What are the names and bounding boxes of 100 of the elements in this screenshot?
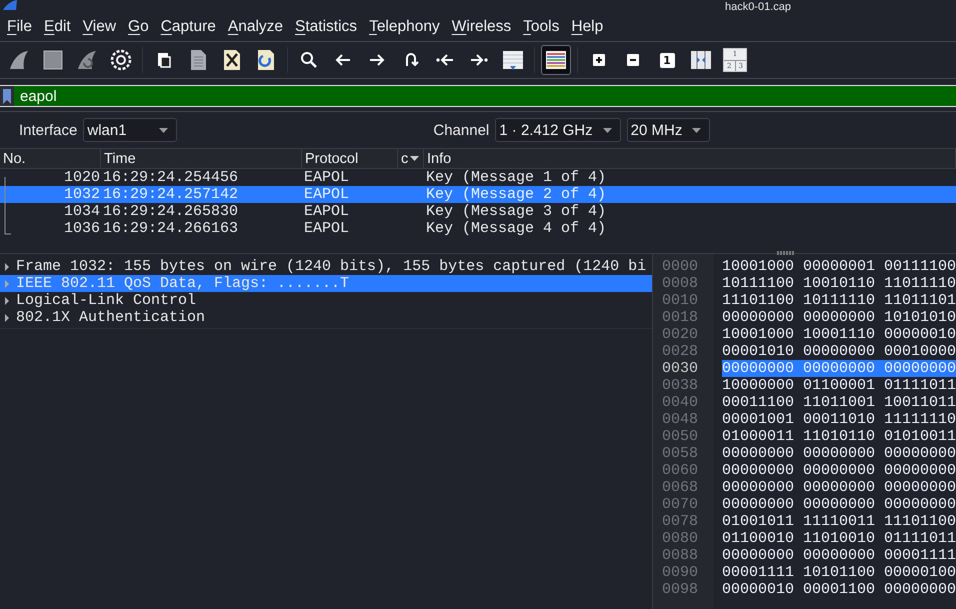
- table-cell-text: EAPOL: [303, 169, 350, 186]
- table-cell-text: EAPOL: [303, 220, 350, 237]
- byte-offset: 0090: [662, 564, 699, 581]
- toolbar-button[interactable]: [541, 45, 571, 75]
- tree-item[interactable]: Logical-Link Control: [0, 292, 652, 309]
- byte-values: 01000011 11010110 01010011: [722, 428, 956, 445]
- menu-item[interactable]: Edit: [38, 18, 77, 36]
- table-cell-text: 1032: [62, 186, 101, 203]
- menu-item[interactable]: Telephony: [363, 18, 446, 36]
- byte-offset: 0038: [662, 377, 699, 394]
- byte-offset: 0028: [662, 343, 699, 360]
- byte-offset: 0008: [662, 275, 699, 292]
- stop-icon: [41, 48, 65, 72]
- byte-offset: 0068: [662, 479, 699, 496]
- column-header[interactable]: Protocol: [302, 149, 398, 168]
- byte-offset: 0080: [662, 530, 699, 547]
- table-cell-text: 1020: [62, 169, 101, 186]
- table-cell-text: 16:29:24.257142: [102, 186, 240, 203]
- packet-row[interactable]: 1034 16:29:24.265830 EAPOL Key (Message 3 of 4): [0, 203, 956, 220]
- splitter-handle[interactable]: [776, 251, 795, 255]
- shark-fin-icon: [7, 48, 31, 72]
- colored-lines-icon: [544, 48, 568, 72]
- byte-offset: 0088: [662, 547, 699, 564]
- byte-values: 00000000 00000000 00001111: [722, 547, 956, 564]
- byte-values: 00000000 00000000 00000000: [722, 445, 956, 462]
- menu-item[interactable]: View: [76, 18, 122, 36]
- menu-item[interactable]: Analyze: [222, 18, 290, 36]
- menu-item[interactable]: Wireless: [446, 18, 518, 36]
- table-cell-text: 16:29:24.265830: [102, 203, 240, 220]
- byte-offset: 0020: [662, 326, 699, 343]
- app-icon: [2, 0, 18, 10]
- byte-values: 01001011 11110011 11101100: [722, 513, 956, 530]
- related-packets-drawing: [4, 177, 12, 235]
- byte-values: 00001001 00011010 11111110: [722, 411, 956, 428]
- byte-values: 10001000 00000001 00111100: [722, 258, 956, 275]
- packet-row[interactable]: 1020 16:29:24.254456 EAPOL Key (Message 1 of 4): [0, 169, 956, 186]
- byte-values: 10000000 01100001 01111011: [722, 377, 956, 394]
- byte-offset: 0050: [662, 428, 699, 445]
- byte-values: 00000000 00000000 00000000: [722, 360, 956, 377]
- list-scroll-icon: [501, 48, 525, 72]
- window-title: hack0-01.cap: [724, 0, 792, 12]
- byte-offset: 0040: [662, 394, 699, 411]
- dropdown-arrow-icon: [692, 128, 702, 132]
- byte-offset: 0098: [662, 581, 699, 598]
- menu-item[interactable]: Capture: [154, 18, 222, 36]
- expand-right-icon: [4, 280, 10, 288]
- menu-item[interactable]: Statistics: [289, 18, 364, 36]
- normal-size-icon: 1: [660, 52, 674, 68]
- tree-item[interactable]: Frame 1032: 155 bytes on wire (1240 bits), 155 bytes captured (1240 bi: [0, 258, 652, 275]
- byte-offset: 0070: [662, 496, 699, 513]
- byte-values: 00001010 00000000 00010000: [722, 343, 956, 360]
- expand-right-icon: [4, 262, 10, 270]
- byte-values: 10001000 10001110 00000010: [722, 326, 956, 343]
- table-cell-text: Key (Message 3 of 4): [425, 203, 608, 220]
- byte-offset: 0060: [662, 462, 699, 479]
- byte-offset: 0058: [662, 445, 699, 462]
- toolbar-button[interactable]: 1: [652, 45, 682, 75]
- byte-values: 00000010 00001100 00000000: [722, 581, 956, 598]
- column-header[interactable]: Info: [424, 149, 956, 168]
- byte-values: 00000000 00000000 00000000: [722, 479, 956, 496]
- table-cell-text: 16:29:24.254456: [102, 169, 240, 186]
- shark-fin-icon: [75, 48, 99, 72]
- byte-values: 11101100 10111110 11011101: [722, 292, 956, 309]
- table-cell-text: 1034: [62, 203, 101, 220]
- field-label: Channel: [433, 122, 490, 138]
- menu-item[interactable]: File: [1, 18, 38, 36]
- byte-values: 00000000 00000000 00000000: [722, 496, 956, 513]
- menu-item[interactable]: Go: [122, 18, 155, 36]
- expand-right-icon: [4, 314, 10, 322]
- resize-columns-icon: [689, 48, 713, 72]
- column-header[interactable]: c: [398, 149, 424, 168]
- byte-values: 00000000 00000000 10101010: [722, 309, 956, 326]
- byte-values: 01100010 11010010 01111011: [722, 530, 956, 547]
- dropdown[interactable]: wlan1: [83, 118, 178, 142]
- byte-offset: 0018: [662, 309, 699, 326]
- byte-values: 00011100 11011001 10011011: [722, 394, 956, 411]
- dropdown[interactable]: 20 MHz: [626, 118, 710, 142]
- table-cell-text: EAPOL: [303, 186, 350, 203]
- byte-offset: 0000: [662, 258, 699, 275]
- field-label: Interface: [19, 122, 78, 138]
- table-cell-text: Key (Message 4 of 4): [425, 220, 608, 237]
- column-header[interactable]: No.: [0, 149, 101, 168]
- dropdown-arrow-icon: [159, 128, 168, 132]
- byte-values: 00001111 10101100 00000100: [722, 564, 956, 581]
- menu-item[interactable]: Help: [565, 18, 610, 36]
- sort-arrow-icon: [410, 156, 420, 161]
- table-cell-text: 16:29:24.266163: [102, 220, 240, 237]
- settings-icon: [109, 48, 133, 72]
- byte-offset: 0048: [662, 411, 699, 428]
- display-filter-field[interactable]: eapol: [0, 85, 956, 107]
- column-header[interactable]: Time: [101, 149, 302, 168]
- tree-item[interactable]: 802.1X Authentication: [0, 309, 652, 326]
- table-cell-text: Key (Message 2 of 4): [425, 186, 608, 203]
- byte-offset: 0030: [662, 360, 699, 377]
- table-cell-text: 1036: [62, 220, 101, 237]
- packet-row[interactable]: 1036 16:29:24.266163 EAPOL Key (Message 4 of 4): [0, 220, 956, 237]
- menu-item[interactable]: Tools: [517, 18, 566, 36]
- dropdown[interactable]: 1 · 2.412 GHz: [495, 118, 621, 142]
- byte-offset: 0010: [662, 292, 699, 309]
- byte-values: 10111100 10010110 11011110: [722, 275, 956, 292]
